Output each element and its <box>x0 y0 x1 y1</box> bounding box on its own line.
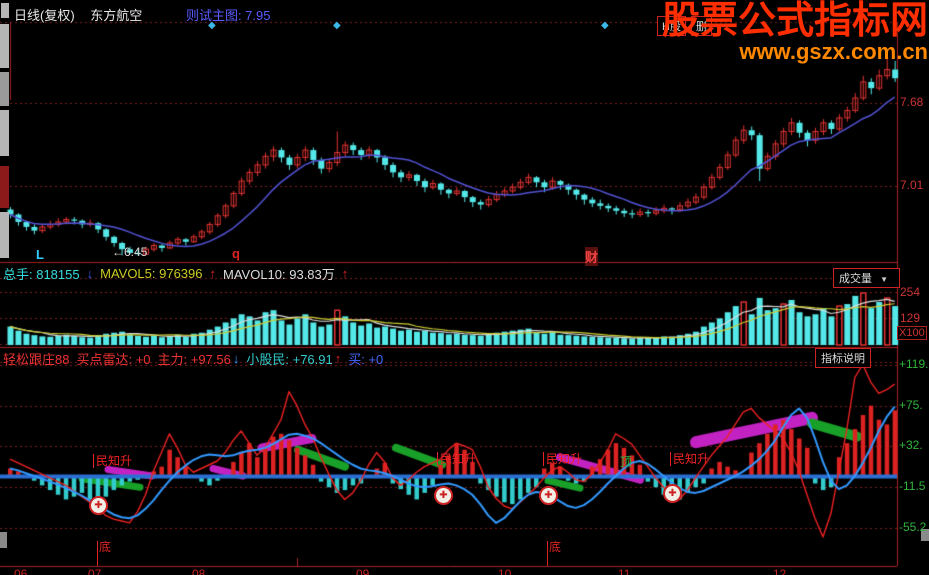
cross-marker-icon: ✚ <box>539 486 558 505</box>
diamond-icon: ◆ <box>208 20 216 31</box>
diamond-icon: ◆ <box>333 20 341 31</box>
low-price-label: ←6.45 <box>112 245 148 259</box>
price-axis-label: 7.68 <box>900 95 924 109</box>
up-arrow-icon: ↑ <box>341 266 349 281</box>
left-strip-block[interactable] <box>0 72 9 106</box>
total-volume-value: 总手: 818155 <box>3 267 80 282</box>
retail-value: 小股民: +76.91 <box>246 352 333 367</box>
stock-name: 东方航空 <box>90 8 143 23</box>
month-tick-label: 11 <box>618 567 631 575</box>
main-force-value: 主力: +97.56 <box>157 352 231 367</box>
chart-canvas[interactable] <box>0 0 929 575</box>
volume-axis-label: 129 <box>900 311 921 325</box>
down-arrow-icon: ↓ <box>86 266 94 281</box>
watermark-title: 股票公式指标网 <box>661 0 928 42</box>
month-tick-label: 09 <box>356 567 370 575</box>
indicator-axis-label: +32. <box>899 438 923 452</box>
scroll-corner-left[interactable] <box>0 532 7 548</box>
trading-app-window: 日线(复权) 东方航空 则试主图: 7.95 H股 删 股票公式指标网 www.… <box>0 0 929 575</box>
left-strip-block[interactable] <box>0 24 9 68</box>
left-strip-block[interactable] <box>0 212 9 258</box>
month-tick-label: 12 <box>773 567 787 575</box>
chart-mark: L <box>36 247 44 262</box>
cross-marker-icon: ✚ <box>434 486 453 505</box>
signal-label: 民知升 <box>543 452 582 466</box>
month-tick-label: 06 <box>14 567 28 575</box>
watermark-url: www.gszx.com.cn <box>739 39 928 64</box>
signal-label: 民知升 <box>93 454 132 468</box>
volume-type-label: 成交量 <box>839 273 872 285</box>
cross-marker-icon: ✚ <box>663 484 682 503</box>
cross-marker-icon: ✚ <box>89 496 108 515</box>
indicator-help-label: 指标说明 <box>821 353 865 365</box>
left-strip-block-red[interactable] <box>0 166 9 208</box>
indicator-axis-label: -11.5 <box>899 479 926 493</box>
top-signal-label: 顶 <box>620 455 633 469</box>
indicator-help-button[interactable]: 指标说明 <box>815 348 871 368</box>
chart-mark: 财 <box>585 247 599 266</box>
left-strip-block[interactable] <box>0 110 9 156</box>
title-bar: 日线(复权) 东方航空 则试主图: 7.95 <box>14 5 270 24</box>
app-icon[interactable] <box>1 3 9 18</box>
price-axis-label: 7.01 <box>900 178 924 192</box>
volume-unit-label: X100 <box>897 326 927 340</box>
indicator-axis-label: +75. <box>899 398 923 412</box>
diamond-icon: ◆ <box>601 20 609 31</box>
month-tick-label: 07 <box>88 567 102 575</box>
chevron-down-icon: ▼ <box>880 275 888 284</box>
volume-header: 总手: 818155 ↓ MAVOL5: 976396 ↑ MAVOL10: 9… <box>3 264 355 283</box>
bottom-flag: 底 <box>547 541 561 566</box>
month-tick-label: 10 <box>498 567 512 575</box>
chart-mark: q <box>232 246 240 261</box>
indicator-name: 轻松跟庄88 <box>3 352 70 367</box>
watermark: 股票公式指标网 www.gszx.com.cn <box>661 0 928 64</box>
volume-type-dropdown[interactable]: 成交量 ▼ <box>833 268 900 288</box>
mavol10-value: MAVOL10: 93.83万 <box>223 267 335 282</box>
indicator-header: 轻松跟庄88 买点雷达: +0 主力: +97.56 ↓ 小股民: +76.91… <box>3 349 390 368</box>
up-arrow-icon: ↑ <box>209 266 217 281</box>
period-label: 日线(复权) <box>14 8 75 23</box>
down-arrow-icon: ↓ <box>232 351 240 366</box>
buy-radar-value: 买点雷达: +0 <box>76 352 151 367</box>
signal-label: 民知升 <box>437 452 476 466</box>
indicator-axis-label: +119. <box>899 357 929 371</box>
buy-value: 买: +0 <box>348 352 384 367</box>
signal-label: 民知升 <box>670 452 709 466</box>
volume-axis-label: 254 <box>900 285 921 299</box>
indicator-axis-label: -55.2 <box>899 520 927 534</box>
overlay-indicator-value: 则试主图: 7.95 <box>185 8 271 23</box>
bottom-flag: 底 <box>97 541 111 566</box>
up-arrow-icon: ↑ <box>334 351 342 366</box>
month-tick-label: 08 <box>192 567 206 575</box>
mavol5-value: MAVOL5: 976396 <box>100 266 203 281</box>
